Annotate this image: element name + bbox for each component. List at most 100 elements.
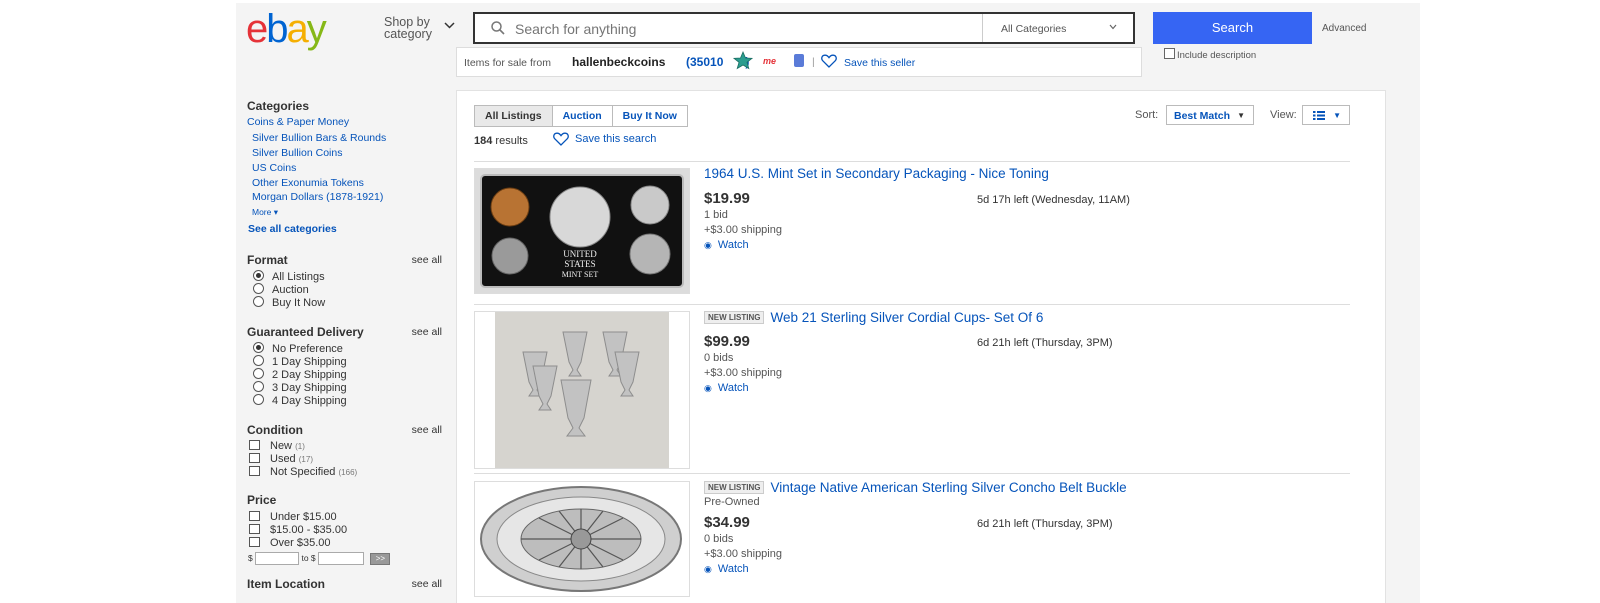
location-see-all-link[interactable]: see all (412, 578, 442, 590)
watch-link[interactable]: ◉ Watch (704, 563, 749, 575)
item-thumbnail[interactable] (474, 311, 690, 469)
price-go-button[interactable]: >> (370, 552, 391, 565)
max-price-input[interactable] (318, 552, 365, 565)
option-label: Auction (272, 284, 309, 296)
subcategory-link[interactable]: US Coins (252, 162, 296, 174)
more-categories-link[interactable]: More ▾ (252, 207, 278, 218)
subcategory-link[interactable]: Morgan Dollars (1878-1921) (252, 191, 383, 203)
tab-auction[interactable]: Auction (551, 106, 612, 126)
ebay-logo[interactable]: ebay (246, 7, 327, 51)
category-select[interactable]: All Categories (982, 14, 1133, 42)
result-count: 184 results (474, 135, 528, 147)
condition-option-not-specified[interactable]: Not Specified (166) (249, 466, 357, 478)
ebay-page: ebay Shop by category All Categories Sea… (236, 3, 1420, 603)
seller-name[interactable]: hallenbeckcoins (572, 55, 665, 69)
feedback-value: 35010 (690, 55, 724, 69)
sort-select[interactable]: Best Match ▼ (1166, 105, 1254, 125)
delivery-option[interactable]: 4 Day Shipping (253, 394, 347, 407)
price-option[interactable]: Over $35.00 (249, 537, 331, 549)
logo-letter: b (266, 7, 288, 51)
subcategory-link[interactable]: Other Exonumia Tokens (252, 177, 364, 189)
delivery-see-all-link[interactable]: see all (412, 326, 442, 338)
item-shipping: +$3.00 shipping (704, 548, 782, 560)
tab-all-listings[interactable]: All Listings (475, 106, 552, 126)
checkbox[interactable] (249, 537, 260, 547)
caret-down-icon: ▼ (1237, 111, 1245, 120)
list-item: NEW LISTING Web 21 Sterling Silver Cordia… (474, 304, 1350, 473)
option-count: (17) (298, 455, 313, 464)
item-condition: Pre-Owned (704, 496, 760, 508)
condition-option-used[interactable]: Used (17) (249, 453, 313, 465)
search-icon (491, 21, 505, 35)
separator: | (812, 56, 815, 68)
advanced-search-link[interactable]: Advanced (1322, 23, 1366, 34)
delivery-option[interactable]: 2 Day Shipping (253, 368, 347, 381)
watch-label: Watch (717, 382, 749, 394)
save-seller-link[interactable]: Save this seller (844, 57, 915, 69)
option-label: $15.00 - $35.00 (270, 524, 348, 536)
delivery-option[interactable]: 1 Day Shipping (253, 355, 347, 368)
watch-link[interactable]: ◉ Watch (704, 382, 749, 394)
radio[interactable] (253, 355, 264, 366)
format-option-buy-it-now[interactable]: Buy It Now (253, 296, 325, 309)
item-thumbnail[interactable]: UNITED STATES MINT SET (474, 168, 690, 294)
checkbox[interactable] (249, 453, 260, 463)
item-title-link[interactable]: 1964 U.S. Mint Set in Secondary Packagin… (704, 166, 1049, 181)
list-view-icon (1313, 111, 1325, 120)
seller-bar: Items for sale from hallenbeckcoins (350… (456, 47, 1142, 77)
eye-icon: ◉ (704, 383, 712, 393)
option-label: 2 Day Shipping (272, 369, 347, 381)
shop-by-category-button[interactable]: Shop by category (384, 16, 455, 40)
tab-buy-it-now[interactable]: Buy It Now (611, 106, 687, 126)
save-search-link[interactable]: Save this search (553, 132, 656, 146)
search-input[interactable] (513, 17, 977, 41)
option-label: Under $15.00 (270, 511, 337, 523)
item-time-left: 6d 21h left (Thursday, 3PM) (977, 337, 1113, 349)
checkbox[interactable] (249, 511, 260, 521)
watch-label: Watch (717, 563, 749, 575)
subcategory-link[interactable]: Silver Bullion Bars & Rounds (252, 132, 386, 144)
format-heading: Format (247, 253, 288, 267)
heart-icon (553, 132, 569, 146)
format-option-auction[interactable]: Auction (253, 283, 309, 296)
format-see-all-link[interactable]: see all (412, 254, 442, 266)
watch-link[interactable]: ◉ Watch (704, 239, 749, 251)
category-link-coins[interactable]: Coins & Paper Money (247, 116, 349, 128)
include-description-checkbox[interactable] (1164, 48, 1175, 59)
delivery-option[interactable]: No Preference (253, 342, 343, 355)
radio[interactable] (253, 381, 264, 392)
logo-letter: y (306, 7, 327, 51)
radio-selected[interactable] (253, 342, 264, 353)
image-caption: UNITED (563, 249, 597, 259)
watch-label: Watch (717, 239, 749, 251)
condition-see-all-link[interactable]: see all (412, 424, 442, 436)
new-listing-badge: NEW LISTING (704, 481, 765, 494)
item-title-link[interactable]: NEW LISTING Vintage Native American Sterl… (704, 480, 1127, 495)
see-all-categories-link[interactable]: See all categories (248, 223, 337, 235)
checkbox[interactable] (249, 524, 260, 534)
radio-selected[interactable] (253, 270, 264, 281)
price-option[interactable]: $15.00 - $35.00 (249, 524, 347, 536)
search-button[interactable]: Search (1153, 12, 1312, 44)
radio[interactable] (253, 296, 264, 307)
item-title-link[interactable]: NEW LISTING Web 21 Sterling Silver Cordia… (704, 310, 1043, 325)
include-description-option[interactable]: Include description (1164, 48, 1256, 61)
radio[interactable] (253, 368, 264, 379)
radio[interactable] (253, 394, 264, 405)
item-thumbnail[interactable] (474, 481, 690, 597)
format-option-all-listings[interactable]: All Listings (253, 270, 325, 283)
view-select[interactable]: ▼ (1302, 105, 1350, 125)
caret-down-icon: ▼ (1333, 111, 1341, 120)
item-title: 1964 U.S. Mint Set in Secondary Packagin… (704, 166, 1049, 181)
condition-option-new[interactable]: New (1) (249, 440, 305, 452)
format-tabs: All Listings Auction Buy It Now (474, 105, 688, 127)
delivery-option[interactable]: 3 Day Shipping (253, 381, 347, 394)
checkbox[interactable] (249, 466, 260, 476)
min-price-input[interactable] (255, 552, 300, 565)
categories-heading: Categories (247, 99, 310, 113)
subcategory-link[interactable]: Silver Bullion Coins (252, 147, 342, 159)
price-option[interactable]: Under $15.00 (249, 511, 337, 523)
radio[interactable] (253, 283, 264, 294)
new-listing-badge: NEW LISTING (704, 311, 765, 324)
checkbox[interactable] (249, 440, 260, 450)
